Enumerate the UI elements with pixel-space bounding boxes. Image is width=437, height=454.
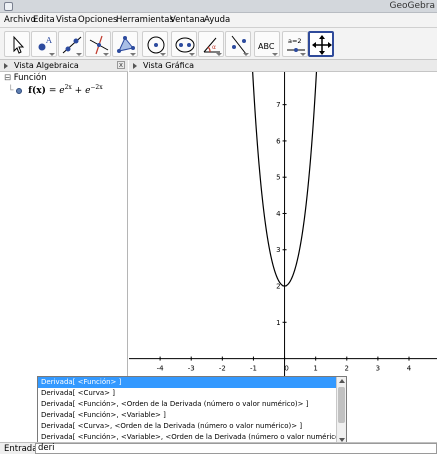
angle-tool-button[interactable]: α bbox=[198, 31, 224, 57]
collapse-icon[interactable] bbox=[4, 63, 8, 69]
menu-archivo[interactable]: Archivo bbox=[4, 15, 36, 25]
svg-text:A: A bbox=[45, 36, 52, 45]
autocomplete-item[interactable]: Derivada[ <Función> ] bbox=[38, 377, 336, 388]
plus-sign: + bbox=[74, 86, 83, 96]
line-tool-button[interactable] bbox=[58, 31, 84, 57]
close-icon[interactable]: x bbox=[117, 61, 125, 69]
collapse-minus-icon[interactable]: ⊟ bbox=[4, 73, 11, 83]
x-tick-label: -4 bbox=[157, 365, 165, 373]
x-tick-label: -2 bbox=[219, 365, 226, 373]
text-tool-label: ABC bbox=[258, 42, 275, 51]
y-tick-label: 5 bbox=[276, 174, 280, 182]
y-tick-label: 1 bbox=[276, 319, 280, 327]
autocomplete-scrollbar[interactable] bbox=[336, 377, 346, 444]
x-tick-label: 2 bbox=[345, 365, 349, 373]
menu-opciones[interactable]: Opciones bbox=[78, 15, 117, 25]
y-tick-label: 3 bbox=[276, 246, 280, 254]
x-tick-label: -3 bbox=[188, 365, 195, 373]
scroll-thumb[interactable] bbox=[338, 387, 345, 423]
autocomplete-item[interactable]: Derivada[ <Función>, <Variable> ] bbox=[38, 410, 336, 421]
tree-category-label: Función bbox=[13, 73, 47, 83]
autocomplete-item[interactable]: Derivada[ <Curva> ] bbox=[38, 388, 336, 399]
polygon-tool-button[interactable] bbox=[112, 31, 138, 57]
move-arrow-icon bbox=[13, 35, 25, 54]
y-tick-label: 7 bbox=[276, 101, 280, 109]
reflect-tool-button[interactable] bbox=[225, 31, 251, 57]
menu-edita[interactable]: Edita bbox=[33, 15, 55, 25]
svg-text:α: α bbox=[212, 44, 216, 51]
visibility-toggle-icon[interactable] bbox=[16, 87, 23, 94]
slider-tool-label: a=2 bbox=[288, 37, 302, 45]
conic-tool-button[interactable] bbox=[171, 31, 197, 57]
algebra-view-title: Vista Algebraica bbox=[14, 61, 79, 70]
move-graphics-tool-button[interactable] bbox=[308, 31, 334, 57]
slider-tool-button[interactable]: a=2 bbox=[282, 31, 308, 57]
menu-ventana[interactable]: Ventana bbox=[170, 15, 205, 25]
collapse-icon[interactable] bbox=[133, 63, 137, 69]
input-bar: Entrada: deri bbox=[0, 442, 437, 454]
function-expression: f(x) = e2x + e−2x bbox=[28, 84, 103, 96]
x-tick-label: 3 bbox=[376, 365, 380, 373]
autocomplete-popup: Derivada[ <Función> ] Derivada[ <Curva> … bbox=[37, 376, 347, 445]
equals-sign: = bbox=[48, 86, 57, 96]
move-graphics-icon bbox=[312, 35, 332, 55]
tree-category[interactable]: ⊟ Función bbox=[4, 73, 47, 83]
x-tick-label: 1 bbox=[313, 365, 317, 373]
title-bar: GeoGebra bbox=[0, 0, 437, 13]
term2-exponent: −2x bbox=[90, 84, 103, 91]
x-tick-label: 4 bbox=[407, 365, 412, 373]
algebra-view-header: Vista Algebraica x bbox=[0, 60, 128, 72]
graphics-view-header: Vista Gráfica bbox=[129, 60, 437, 72]
algebra-object-f[interactable]: └ f(x) = e2x + e−2x bbox=[8, 84, 103, 96]
window-title: GeoGebra bbox=[389, 1, 435, 11]
menu-herramientas[interactable]: Herramientas bbox=[116, 15, 174, 25]
menu-ayuda[interactable]: Ayuda bbox=[204, 15, 230, 25]
point-tool-button[interactable]: A bbox=[31, 31, 57, 57]
toolbar: A α ABC a=2 bbox=[0, 28, 437, 60]
menu-bar: Archivo Edita Vista Opciones Herramienta… bbox=[0, 13, 437, 28]
circle-tool-button[interactable] bbox=[142, 31, 168, 57]
x-tick-label: -1 bbox=[250, 365, 257, 373]
term1-exponent: 2x bbox=[64, 84, 72, 91]
graphics-view-title: Vista Gráfica bbox=[143, 61, 194, 70]
input-field[interactable]: deri bbox=[35, 443, 437, 454]
y-tick-label: 4 bbox=[276, 210, 281, 218]
move-tool-button[interactable] bbox=[4, 31, 30, 57]
perpendicular-tool-button[interactable] bbox=[85, 31, 111, 57]
scroll-up-icon[interactable] bbox=[339, 379, 345, 383]
function-name: f(x) bbox=[28, 86, 46, 96]
app-icon bbox=[4, 2, 13, 11]
autocomplete-item[interactable]: Derivada[ <Función>, <Orden de la Deriva… bbox=[38, 399, 336, 410]
y-tick-label: 6 bbox=[276, 137, 281, 145]
autocomplete-item[interactable]: Derivada[ <Curva>, <Orden de la Derivada… bbox=[38, 421, 336, 432]
menu-vista[interactable]: Vista bbox=[56, 15, 77, 25]
text-tool-button[interactable]: ABC bbox=[254, 31, 280, 57]
